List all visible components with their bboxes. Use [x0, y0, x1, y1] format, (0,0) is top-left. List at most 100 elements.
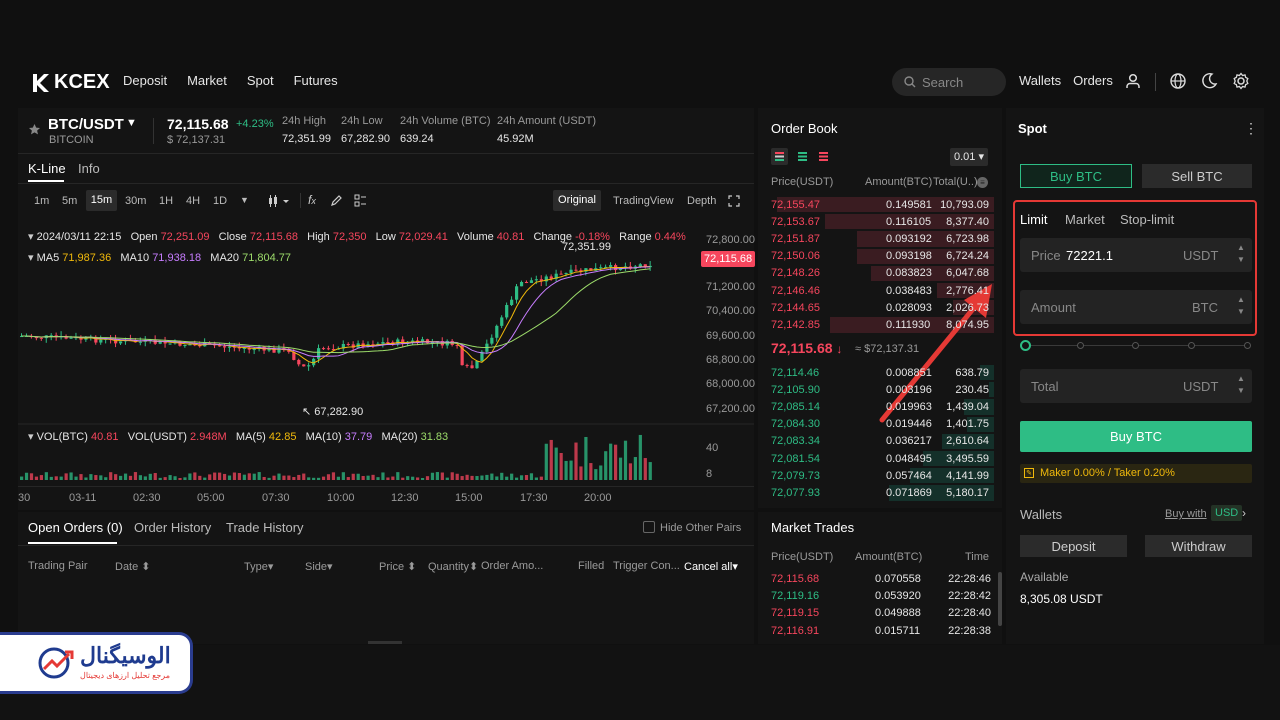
col-type[interactable]: Type▾ [244, 560, 273, 573]
globe-icon[interactable] [1169, 72, 1187, 90]
buy-button[interactable]: Buy BTC [1020, 421, 1252, 452]
chevron-right-icon[interactable]: › [1242, 506, 1246, 520]
orderbook-row[interactable]: 72,079.73 0.057464 4,141.99 [766, 467, 994, 484]
volume-bar [366, 475, 370, 480]
volume-bar [104, 477, 108, 480]
pencil-icon[interactable] [330, 194, 343, 207]
star-icon[interactable] [28, 123, 41, 136]
precision-select[interactable]: 0.01 ▾ [950, 148, 988, 166]
orderbook-row[interactable]: 72,151.87 0.093192 6,723.98 [766, 230, 994, 247]
view-tradingview[interactable]: TradingView [613, 195, 674, 207]
orderbook-row[interactable]: 72,153.67 0.116105 8,377.40 [766, 213, 994, 230]
scroll-handle[interactable] [368, 641, 402, 644]
wallets-link[interactable]: Wallets [1019, 73, 1061, 88]
interval-1d[interactable]: 1D [213, 195, 227, 207]
interval-1m[interactable]: 1m [34, 195, 49, 207]
nav-market[interactable]: Market [187, 73, 227, 88]
view-both-button[interactable] [771, 148, 788, 165]
slider-step[interactable] [1244, 342, 1251, 349]
sell-tab[interactable]: Sell BTC [1142, 164, 1252, 188]
cancel-all-button[interactable]: Cancel all▾ [684, 560, 738, 573]
trades-scrollbar[interactable] [998, 572, 1002, 626]
orderbook-total: 6,047.68 [946, 267, 989, 280]
currency-badge[interactable]: USD [1211, 505, 1243, 521]
col-date[interactable]: Date ⬍ [115, 560, 151, 573]
orderbook-row[interactable]: 72,155.47 0.149581 10,793.09 [766, 196, 994, 213]
candle-body [183, 345, 187, 347]
moon-icon[interactable] [1200, 72, 1218, 90]
col-quantity[interactable]: Quantity⬍ [428, 560, 478, 573]
volume-bar [49, 476, 53, 480]
nav-spot[interactable]: Spot [247, 73, 274, 88]
orderbook-amount: 0.019963 [886, 400, 932, 413]
orderbook-row[interactable]: 72,077.93 0.071869 5,180.17 [766, 484, 994, 501]
trade-cell: 22:28:42 [948, 590, 991, 603]
tab-info[interactable]: Info [78, 161, 100, 176]
candle-body [317, 348, 321, 359]
total-unit: USDT [1183, 378, 1219, 394]
candle-body [505, 305, 509, 318]
nav-futures[interactable]: Futures [294, 73, 338, 88]
hide-other-checkbox[interactable] [643, 521, 655, 533]
slider-step[interactable] [1077, 342, 1084, 349]
interval-1h[interactable]: 1H [159, 195, 173, 207]
volume-bar [510, 473, 514, 480]
view-depth[interactable]: Depth [687, 195, 716, 207]
slider-handle[interactable] [1020, 340, 1031, 351]
buy-with-link[interactable]: Buy with [1165, 508, 1207, 520]
slider-step[interactable] [1188, 342, 1195, 349]
menu-icon[interactable]: ≡ [977, 177, 988, 188]
time-axis-6: 12:30 [391, 492, 419, 504]
orderbook-bids-icon[interactable] [794, 148, 811, 165]
search-box[interactable]: Search [892, 68, 1006, 96]
orderbook-asks-icon[interactable] [815, 148, 832, 165]
slider-step[interactable] [1132, 342, 1139, 349]
candle-type-icon[interactable] [268, 195, 292, 207]
chevron-down-icon[interactable]: ▼ [126, 117, 137, 129]
indicator-fx-icon[interactable]: fx [308, 193, 316, 207]
pair-symbol[interactable]: BTC/USDT [48, 116, 124, 133]
interval-15m[interactable]: 15m [86, 190, 117, 211]
col-side[interactable]: Side▾ [305, 560, 333, 573]
volume-bar [440, 472, 444, 480]
interval-30m[interactable]: 30m [125, 195, 146, 207]
tab-order-history[interactable]: Order History [134, 520, 211, 535]
volume-bar [356, 473, 360, 480]
view-original[interactable]: Original [553, 190, 601, 211]
gear-icon[interactable] [1232, 72, 1250, 90]
total-input[interactable]: Total USDT ▲ ▼ [1020, 369, 1252, 403]
user-icon[interactable] [1124, 72, 1142, 90]
volume-bar [539, 476, 543, 480]
interval-4h[interactable]: 4H [186, 195, 200, 207]
withdraw-button[interactable]: Withdraw [1145, 535, 1252, 557]
orders-link[interactable]: Orders [1073, 73, 1113, 88]
tab-open-orders[interactable]: Open Orders (0) [28, 520, 123, 535]
fullscreen-icon[interactable] [728, 195, 740, 207]
volume-bar [326, 474, 331, 480]
orderbook-amount: 0.083823 [886, 267, 932, 280]
deposit-button[interactable]: Deposit [1020, 535, 1127, 557]
orderbook-amount: 0.057464 [886, 469, 932, 482]
orderbook-price: 72,081.54 [771, 452, 820, 465]
kline-chart[interactable] [18, 228, 754, 493]
interval-5m[interactable]: 5m [62, 195, 77, 207]
buy-tab[interactable]: Buy BTC [1020, 164, 1132, 188]
more-icon[interactable]: ⋮ [1244, 120, 1258, 137]
trend-logo-icon [38, 647, 74, 679]
candle-body [638, 264, 642, 267]
chevron-down-icon[interactable]: ▼ [240, 195, 249, 205]
orderbook-row[interactable]: 72,081.54 0.048495 3,495.59 [766, 450, 994, 467]
volume-bar [401, 477, 405, 480]
brand-logo[interactable]: KCEX [32, 71, 110, 94]
tab-trade-history[interactable]: Trade History [226, 520, 304, 535]
orderbook-row[interactable]: 72,083.34 0.036217 2,610.64 [766, 433, 994, 450]
total-stepper[interactable]: ▲ ▼ [1237, 373, 1245, 397]
layout-grid-icon[interactable] [354, 194, 367, 207]
candle-body [574, 269, 578, 271]
orderbook-row[interactable]: 72,150.06 0.093198 6,724.24 [766, 248, 994, 265]
volume-bar [138, 475, 142, 480]
nav-deposit[interactable]: Deposit [123, 73, 167, 88]
col-price[interactable]: Price ⬍ [379, 560, 416, 573]
highlight-box [1013, 200, 1257, 336]
tab-kline[interactable]: K-Line [28, 161, 66, 176]
